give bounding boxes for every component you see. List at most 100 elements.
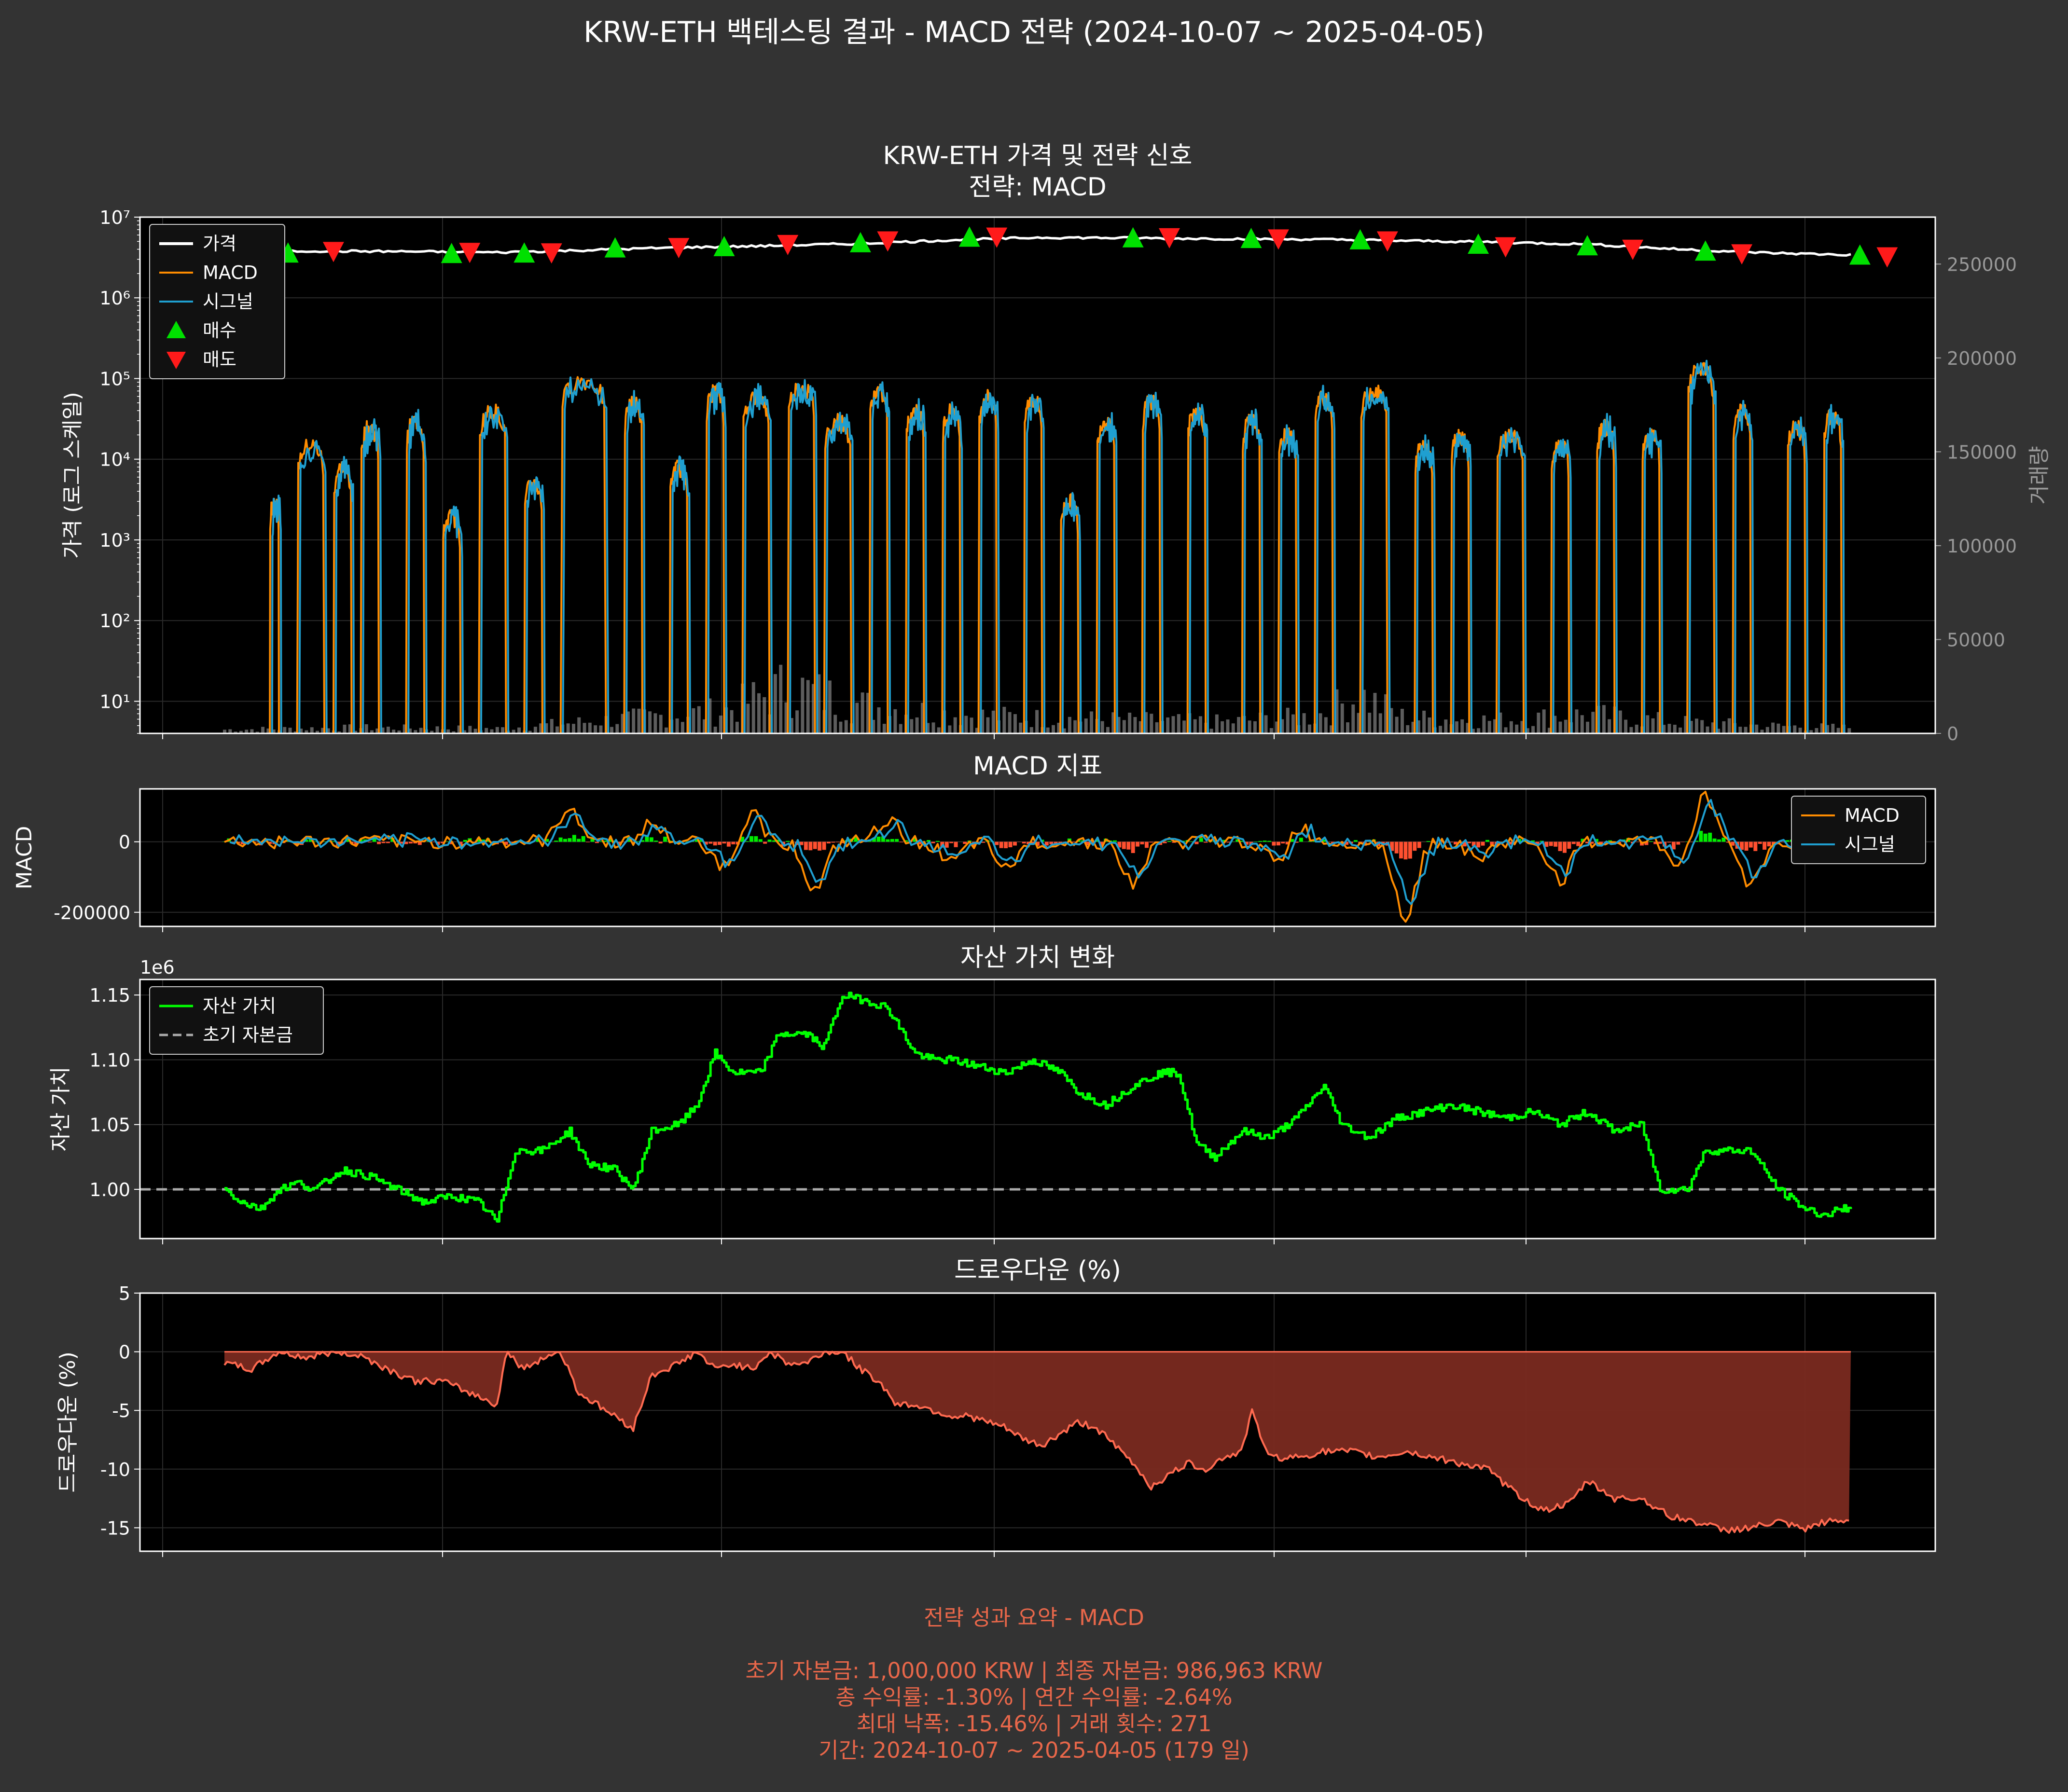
volume-bar (1706, 726, 1709, 733)
macd-histogram-bar (1013, 841, 1017, 846)
macd-histogram-bar (408, 841, 413, 844)
macd-histogram-bar (1131, 841, 1135, 853)
macd-histogram-bar (1567, 841, 1571, 849)
volume-bar (1591, 712, 1595, 733)
volume-bar (1378, 713, 1382, 733)
y2-tick-label: 200000 (1947, 348, 2017, 369)
legend-label-0: MACD (1845, 805, 1900, 826)
volume-bar (1700, 720, 1704, 733)
macd-histogram-bar (1113, 840, 1117, 842)
volume-bar (1128, 713, 1132, 733)
volume-bar (1537, 712, 1541, 733)
macd-histogram-bar (1413, 841, 1417, 851)
volume-bar (713, 727, 717, 733)
macd-histogram-bar (1658, 841, 1662, 844)
macd-histogram-bar (1763, 841, 1767, 850)
volume-bar (1182, 720, 1186, 733)
macd-histogram-bar (1753, 841, 1758, 851)
volume-bar (1531, 726, 1535, 733)
macd-histogram-bar (886, 839, 890, 842)
volume-bar (599, 725, 603, 733)
volume-bar (588, 722, 592, 733)
drawdown-panel: 5 0 -5 -10 -15 드로우다운 (%) 드로우다운 (%) (56, 1256, 1936, 1557)
volume-bar (637, 708, 641, 733)
equity-offset-label: 1e6 (140, 957, 175, 978)
macd-histogram-bar (713, 841, 717, 846)
volume-bar (910, 719, 914, 733)
volume-bar (1635, 724, 1638, 733)
volume-ylabel: 거래량 (2027, 446, 2052, 504)
volume-bar (692, 708, 695, 733)
macd-histogram-bar (1717, 839, 1721, 842)
macd-histogram-bar (1744, 841, 1749, 851)
legend-label-0: 자산 가치 (203, 995, 276, 1017)
volume-bar (1673, 725, 1677, 733)
volume-bar (1155, 722, 1159, 733)
volume-bar (1035, 710, 1039, 733)
y-tick-label: 1.10 (89, 1049, 130, 1071)
volume-bar (435, 726, 439, 733)
macd-histogram-bar (1417, 841, 1421, 848)
volume-bar (343, 724, 347, 733)
volume-bar (1008, 712, 1012, 733)
macd-histogram-bar (1476, 841, 1481, 848)
volume-bar (1439, 726, 1443, 733)
macd-histogram-bar (758, 839, 763, 842)
volume-bar (1269, 728, 1273, 733)
y2-tick-label: 100000 (1947, 536, 2017, 557)
volume-bar (964, 716, 968, 733)
volume-bar (877, 707, 881, 733)
volume-bar (1084, 718, 1088, 733)
macd-histogram-bar (386, 841, 390, 843)
volume-bar (1509, 721, 1513, 733)
y-tick-label: 10¹ (99, 691, 130, 712)
volume-bar (1199, 716, 1202, 733)
macd-histogram-bar (1426, 841, 1430, 842)
volume-bar (915, 717, 919, 733)
summary-line-period: 기간: 2024-10-07 ~ 2025-04-05 (179 일) (819, 1737, 1249, 1763)
macd-histogram-bar (1126, 841, 1131, 850)
volume-bar (485, 728, 488, 733)
volume-bar (1368, 713, 1372, 733)
volume-bar (288, 728, 292, 733)
macd-histogram-bar (1194, 841, 1199, 844)
volume-bar (953, 717, 957, 733)
volume-bar (970, 717, 973, 733)
macd-histogram-bar (1122, 841, 1126, 849)
volume-bar (1847, 728, 1851, 733)
volume-bar (555, 726, 559, 733)
macd-histogram-bar (831, 841, 835, 843)
macd-histogram-bar (1399, 841, 1403, 859)
summary-line-returns: 총 수익률: -1.30% | 연간 수익률: -2.64% (835, 1684, 1233, 1710)
summary-title: 전략 성과 요약 - MACD (924, 1605, 1144, 1630)
volume-bar (1052, 725, 1055, 733)
volume-bar (763, 697, 766, 733)
volume-bar (931, 722, 935, 733)
volume-bar (855, 703, 859, 733)
volume-bar (1602, 705, 1606, 733)
y-tick-label: 1.05 (89, 1115, 130, 1136)
macd-histogram-bar (1163, 841, 1167, 843)
macd-histogram-bar (1004, 841, 1008, 849)
macd-histogram-bar (581, 836, 585, 842)
macd-histogram-bar (558, 837, 563, 842)
volume-bar (1221, 721, 1224, 733)
volume-bar (364, 724, 368, 733)
macd-histogram-bar (1562, 841, 1567, 853)
macd-histogram-bar (818, 841, 822, 851)
volume-bar (1608, 719, 1611, 733)
y-tick-label: -15 (100, 1517, 130, 1539)
volume-bar (1444, 719, 1448, 733)
volume-bar (1782, 726, 1786, 733)
macd-histogram-bar (649, 837, 653, 842)
volume-bar (1253, 721, 1257, 733)
volume-bar (937, 727, 941, 733)
volume-bar (1351, 704, 1355, 733)
volume-bar (697, 706, 701, 733)
volume-bar (419, 728, 423, 733)
performance-summary: 전략 성과 요약 - MACD 초기 자본금: 1,000,000 KRW | … (0, 1604, 2068, 1764)
volume-bar (1226, 719, 1230, 733)
macd-histogram-bar (718, 841, 722, 845)
volume-bar (1836, 728, 1840, 733)
volume-bar (1667, 724, 1671, 733)
